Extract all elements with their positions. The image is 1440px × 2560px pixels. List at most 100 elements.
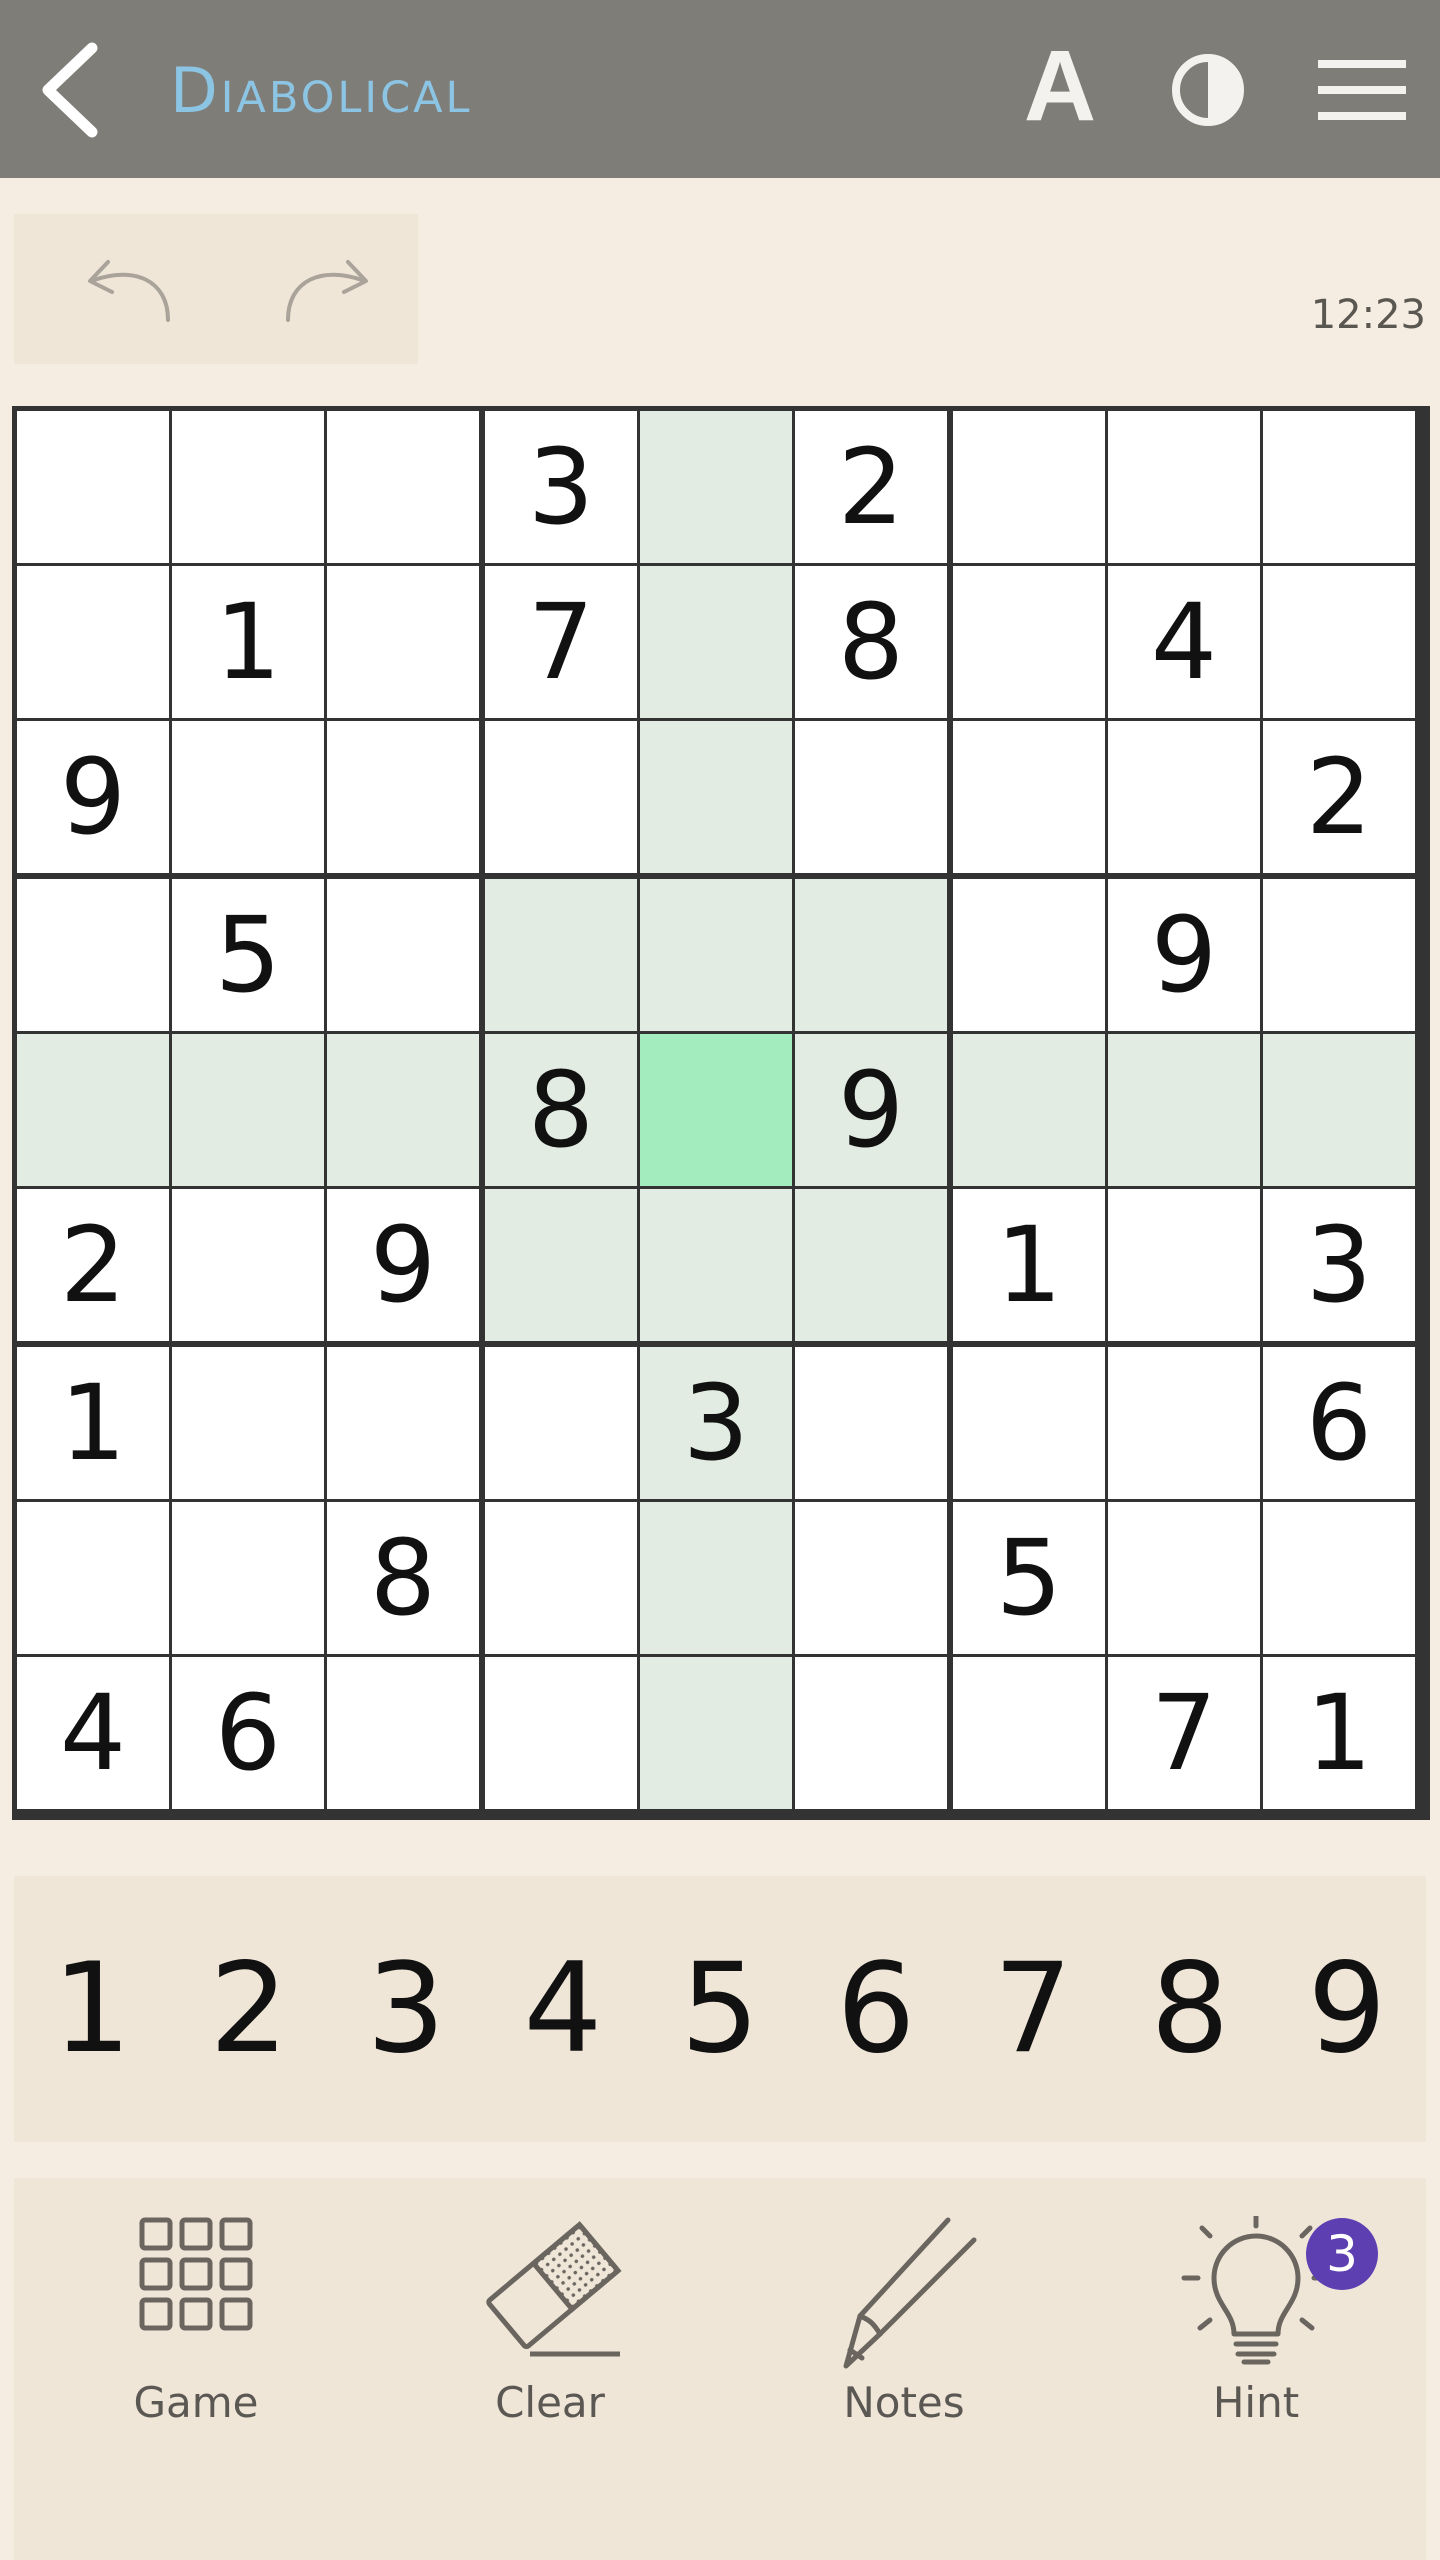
sudoku-cell[interactable]: [327, 411, 479, 563]
sudoku-cell[interactable]: 9: [1108, 879, 1260, 1031]
number-key[interactable]: 9: [1269, 1876, 1425, 2142]
sudoku-cell[interactable]: [953, 411, 1105, 563]
number-key[interactable]: 2: [171, 1876, 327, 2142]
sudoku-cell[interactable]: 2: [795, 411, 947, 563]
sudoku-cell[interactable]: 8: [485, 1034, 637, 1186]
sudoku-cell[interactable]: [1108, 1034, 1260, 1186]
sudoku-cell[interactable]: [327, 566, 479, 718]
sudoku-cell[interactable]: [327, 721, 479, 873]
redo-button[interactable]: [272, 250, 382, 330]
sudoku-cell[interactable]: [1108, 721, 1260, 873]
sudoku-cell[interactable]: [795, 879, 947, 1031]
sudoku-cell[interactable]: 3: [485, 411, 637, 563]
sudoku-cell[interactable]: [640, 566, 792, 718]
sudoku-cell[interactable]: [172, 1502, 324, 1654]
sudoku-cell[interactable]: [795, 1347, 947, 1499]
sudoku-cell[interactable]: [795, 1657, 947, 1809]
clear-button[interactable]: Clear: [400, 2178, 700, 2478]
sudoku-cell[interactable]: [1108, 1502, 1260, 1654]
menu-button[interactable]: [1318, 58, 1406, 122]
sudoku-cell[interactable]: [1108, 411, 1260, 563]
sudoku-cell[interactable]: [640, 1034, 792, 1186]
number-key[interactable]: 4: [485, 1876, 641, 2142]
game-button[interactable]: Game: [46, 2178, 346, 2478]
number-key[interactable]: 3: [328, 1876, 484, 2142]
notes-button[interactable]: Notes: [754, 2178, 1054, 2478]
number-key[interactable]: 1: [14, 1876, 170, 2142]
sudoku-cell[interactable]: [640, 1502, 792, 1654]
sudoku-cell[interactable]: 4: [1108, 566, 1260, 718]
sudoku-cell[interactable]: 3: [640, 1347, 792, 1499]
sudoku-cell[interactable]: 8: [795, 566, 947, 718]
back-button[interactable]: [30, 40, 110, 140]
game-label: Game: [133, 2378, 259, 2427]
sudoku-cell[interactable]: [795, 721, 947, 873]
sudoku-cell[interactable]: [327, 879, 479, 1031]
sudoku-cell[interactable]: 2: [1263, 721, 1415, 873]
sudoku-cell[interactable]: 1: [17, 1347, 169, 1499]
sudoku-cell[interactable]: 6: [172, 1657, 324, 1809]
sudoku-cell[interactable]: [1263, 1502, 1415, 1654]
font-size-button[interactable]: A: [1018, 36, 1102, 136]
sudoku-cell[interactable]: 1: [1263, 1657, 1415, 1809]
sudoku-cell[interactable]: [17, 411, 169, 563]
sudoku-cell[interactable]: [640, 721, 792, 873]
sudoku-cell[interactable]: [953, 1657, 1105, 1809]
sudoku-cell[interactable]: 1: [953, 1189, 1105, 1341]
sudoku-cell[interactable]: [1263, 879, 1415, 1031]
sudoku-cell[interactable]: 1: [172, 566, 324, 718]
sudoku-cell[interactable]: [485, 1189, 637, 1341]
sudoku-cell[interactable]: [640, 411, 792, 563]
sudoku-cell[interactable]: [17, 1034, 169, 1186]
sudoku-cell[interactable]: 7: [1108, 1657, 1260, 1809]
number-key[interactable]: 7: [955, 1876, 1111, 2142]
sudoku-cell[interactable]: [172, 1034, 324, 1186]
sudoku-cell[interactable]: [485, 1657, 637, 1809]
sudoku-cell[interactable]: 9: [17, 721, 169, 873]
sudoku-cell[interactable]: [327, 1034, 479, 1186]
sudoku-cell[interactable]: 5: [953, 1502, 1105, 1654]
sudoku-cell[interactable]: [1263, 566, 1415, 718]
sudoku-cell[interactable]: [640, 1657, 792, 1809]
number-key[interactable]: 5: [642, 1876, 798, 2142]
undo-button[interactable]: [74, 250, 184, 330]
sudoku-cell[interactable]: [327, 1347, 479, 1499]
sudoku-cell[interactable]: [17, 566, 169, 718]
sudoku-cell[interactable]: [172, 411, 324, 563]
sudoku-cell[interactable]: 5: [172, 879, 324, 1031]
sudoku-cell[interactable]: [17, 1502, 169, 1654]
sudoku-cell[interactable]: 7: [485, 566, 637, 718]
sudoku-cell[interactable]: [953, 566, 1105, 718]
sudoku-cell[interactable]: [485, 721, 637, 873]
sudoku-cell[interactable]: 3: [1263, 1189, 1415, 1341]
sudoku-cell[interactable]: [172, 1347, 324, 1499]
sudoku-cell[interactable]: 9: [795, 1034, 947, 1186]
sudoku-cell[interactable]: [172, 1189, 324, 1341]
sudoku-cell[interactable]: 6: [1263, 1347, 1415, 1499]
sudoku-cell[interactable]: 9: [327, 1189, 479, 1341]
sudoku-cell[interactable]: [795, 1189, 947, 1341]
contrast-button[interactable]: [1170, 52, 1246, 128]
sudoku-cell[interactable]: [327, 1657, 479, 1809]
sudoku-cell[interactable]: [172, 721, 324, 873]
sudoku-cell[interactable]: [485, 1502, 637, 1654]
sudoku-cell[interactable]: 4: [17, 1657, 169, 1809]
number-key[interactable]: 8: [1112, 1876, 1268, 2142]
sudoku-cell[interactable]: [1263, 411, 1415, 563]
sudoku-cell[interactable]: [640, 1189, 792, 1341]
sudoku-cell[interactable]: [485, 879, 637, 1031]
sudoku-cell[interactable]: [1263, 1034, 1415, 1186]
sudoku-cell[interactable]: [953, 721, 1105, 873]
sudoku-cell[interactable]: [953, 879, 1105, 1031]
sudoku-cell[interactable]: [953, 1034, 1105, 1186]
sudoku-cell[interactable]: 2: [17, 1189, 169, 1341]
sudoku-cell[interactable]: [795, 1502, 947, 1654]
sudoku-cell[interactable]: 8: [327, 1502, 479, 1654]
sudoku-cell[interactable]: [953, 1347, 1105, 1499]
sudoku-cell[interactable]: [1108, 1189, 1260, 1341]
number-key[interactable]: 6: [798, 1876, 954, 2142]
sudoku-cell[interactable]: [17, 879, 169, 1031]
sudoku-cell[interactable]: [485, 1347, 637, 1499]
sudoku-cell[interactable]: [1108, 1347, 1260, 1499]
sudoku-cell[interactable]: [640, 879, 792, 1031]
